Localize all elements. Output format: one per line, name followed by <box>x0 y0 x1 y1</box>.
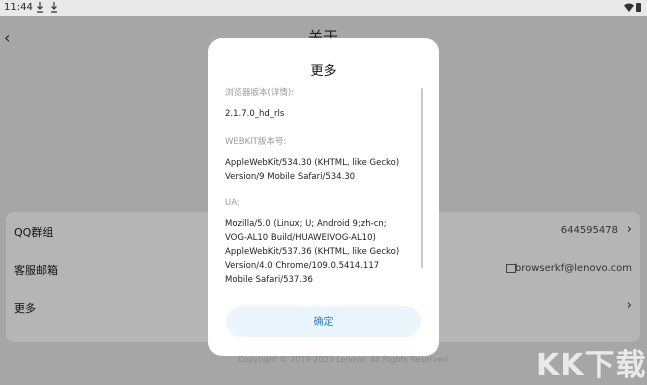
section-value: 2.1.7.0_hd_rls <box>225 109 285 119</box>
status-time: 11:44 <box>4 2 33 13</box>
chevron-right-icon: › <box>626 298 632 313</box>
row-value: browserkf@lenovo.com <box>514 263 632 274</box>
section-label: UA: <box>225 198 240 208</box>
row-label: 更多 <box>14 302 36 315</box>
battery-icon <box>636 3 641 12</box>
dialog-title: 更多 <box>310 64 337 79</box>
chevron-left-icon[interactable]: ‹ <box>4 28 10 47</box>
row-label: 客服邮箱 <box>14 264 58 277</box>
chevron-right-icon: › <box>626 222 632 237</box>
row-label: QQ群组 <box>14 226 54 239</box>
browser-version-section: 浏览器版本(详情): 2.1.7.0_hd_rls <box>225 86 421 121</box>
row-value: 644595478 <box>560 225 618 236</box>
section-label: 浏览器版本(详情): <box>225 88 294 98</box>
download-icon <box>37 2 43 13</box>
section-label: WEBKIT版本号: <box>225 137 287 147</box>
section-value: AppleWebKit/534.30 (KHTML, like Gecko) V… <box>225 158 400 182</box>
confirm-button[interactable]: 确定 <box>226 306 421 337</box>
copyright-text: Copyright © 2019-2023 Lenovo. All Rights… <box>238 355 448 364</box>
dialog-scrollbar[interactable] <box>421 88 423 268</box>
download-icon <box>51 2 57 13</box>
status-bar: 11:44 <box>0 0 647 16</box>
user-agent-section: UA: Mozilla/5.0 (Linux; U; Android 9;zh-… <box>225 198 421 287</box>
webkit-version-section: WEBKIT版本号: AppleWebKit/534.30 (KHTML, li… <box>225 135 421 184</box>
watermark-logo: KK下载 <box>536 348 647 383</box>
section-value: Mozilla/5.0 (Linux; U; Android 9;zh-cn; … <box>225 219 400 285</box>
dialog-body[interactable]: 浏览器版本(详情): 2.1.7.0_hd_rls WEBKIT版本号: App… <box>225 86 421 288</box>
wifi-icon <box>624 3 634 12</box>
